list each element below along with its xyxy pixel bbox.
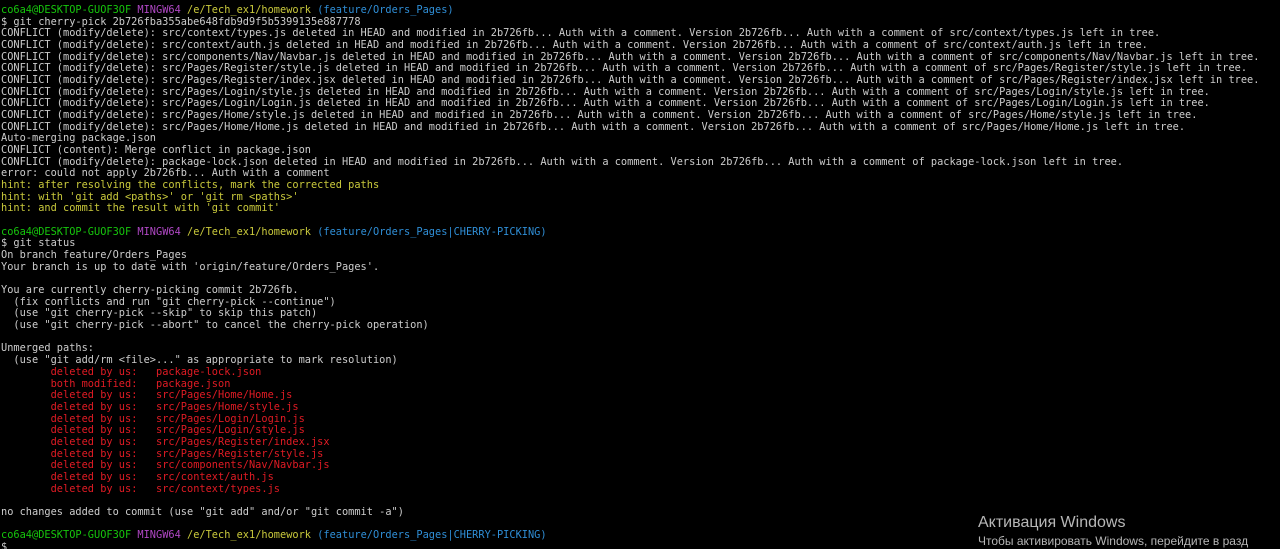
- output-line: CONFLICT (modify/delete): src/Pages/Home…: [1, 109, 1198, 122]
- prompt-branch: (feature/Orders_Pages|CHERRY-PICKING): [317, 225, 547, 238]
- output-line: CONFLICT (modify/delete): src/Pages/Regi…: [1, 74, 1260, 87]
- prompt-env: MINGW64: [137, 225, 181, 238]
- status-line: Your branch is up to date with 'origin/f…: [1, 260, 380, 273]
- unmerged-path: deleted by us: package-lock.json: [1, 365, 262, 378]
- output-line: CONFLICT (modify/delete): src/context/au…: [1, 39, 1148, 52]
- unmerged-path: deleted by us: src/context/auth.js: [1, 470, 274, 483]
- prompt-branch: (feature/Orders_Pages|CHERRY-PICKING): [317, 529, 547, 542]
- prompt-env: MINGW64: [137, 5, 181, 16]
- terminal-window[interactable]: co6a4@DESKTOP-GUOF3OF MINGW64 /e/Tech_ex…: [1, 5, 1280, 549]
- unmerged-path: deleted by us: src/context/types.js: [1, 482, 280, 495]
- prompt-user: co6a4@DESKTOP-GUOF3OF: [1, 529, 132, 542]
- prompt-env: MINGW64: [137, 529, 181, 542]
- prompt-path: /e/Tech_ex1/homework: [187, 529, 311, 542]
- unmerged-path: deleted by us: src/Pages/Register/index.…: [1, 435, 330, 448]
- prompt-branch: (feature/Orders_Pages): [317, 5, 454, 16]
- prompt-path: /e/Tech_ex1/homework: [187, 5, 311, 16]
- output-line: CONFLICT (content): Merge conflict in pa…: [1, 144, 311, 157]
- output-line: CONFLICT (modify/delete): src/Pages/Home…: [1, 120, 1186, 133]
- prompt-path: /e/Tech_ex1/homework: [187, 225, 311, 238]
- hint-line: hint: after resolving the conflicts, mar…: [1, 179, 380, 192]
- windows-activation-watermark: Активация Windows Чтобы активировать Win…: [978, 512, 1280, 549]
- prompt-user: co6a4@DESKTOP-GUOF3OF: [1, 225, 132, 238]
- hint-line: hint: and commit the result with 'git co…: [1, 202, 280, 215]
- prompt-line: co6a4@DESKTOP-GUOF3OF MINGW64 /e/Tech_ex…: [1, 5, 1280, 17]
- status-line: (use "git cherry-pick --abort" to cancel…: [1, 319, 429, 332]
- prompt-user: co6a4@DESKTOP-GUOF3OF: [1, 5, 132, 16]
- prompt-line: co6a4@DESKTOP-GUOF3OF MINGW64 /e/Tech_ex…: [1, 225, 1280, 239]
- unmerged-path: deleted by us: src/Pages/Home/style.js: [1, 400, 299, 413]
- activation-subtitle: Чтобы активировать Windows, перейдите в …: [978, 534, 1249, 548]
- activation-title: Активация Windows: [978, 514, 1126, 531]
- command-line: $ git status: [1, 237, 76, 250]
